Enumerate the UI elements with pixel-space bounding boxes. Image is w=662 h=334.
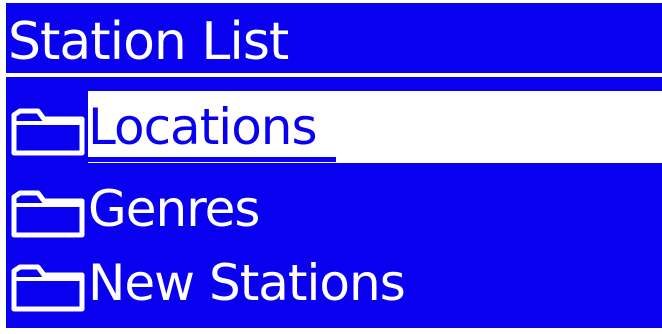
menu-item-new-stations[interactable]: New Stations — [6, 247, 662, 319]
menu-item-label: New Stations — [88, 254, 406, 312]
selection-underline — [88, 157, 336, 162]
screen-title: Station List — [8, 12, 289, 72]
menu-item-genres[interactable]: Genres — [6, 173, 662, 245]
title-divider — [6, 73, 662, 77]
folder-icon — [11, 264, 85, 312]
menu-item-label: Locations — [88, 98, 318, 156]
menu-item-label: Genres — [88, 180, 260, 238]
display-screen: Station List Locations Genres New Statio… — [6, 3, 662, 328]
folder-icon — [11, 190, 85, 238]
folder-icon — [11, 108, 85, 156]
menu-item-locations[interactable]: Locations — [6, 91, 662, 163]
